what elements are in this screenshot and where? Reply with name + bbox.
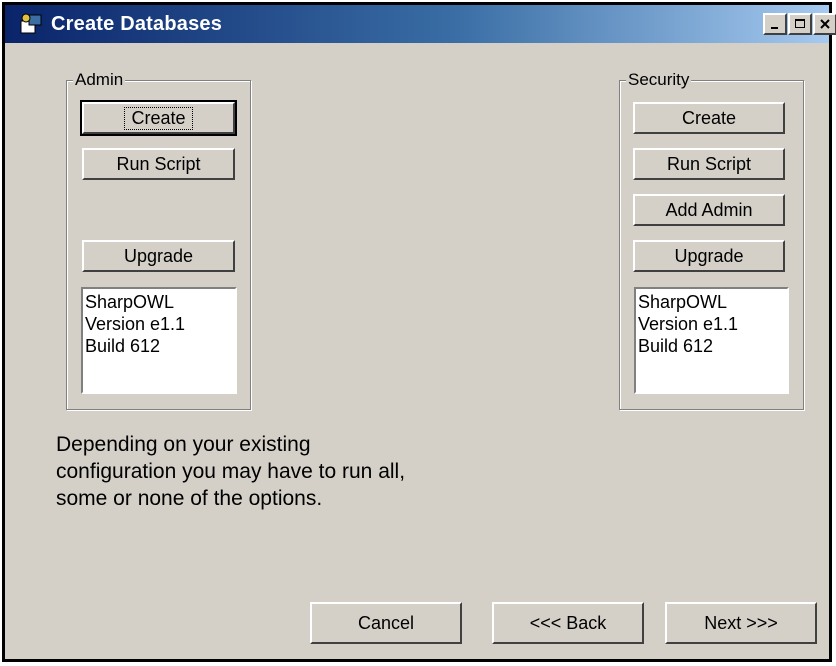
app-icon xyxy=(20,13,42,34)
instruction-text: Depending on your existing configuration… xyxy=(56,433,406,510)
minimize-button[interactable] xyxy=(763,13,787,35)
security-upgrade-button[interactable]: Upgrade xyxy=(633,240,785,272)
close-button[interactable] xyxy=(813,13,836,35)
create-databases-window: Create Databases Admin Create Run Script… xyxy=(2,2,836,662)
admin-create-button[interactable]: Create xyxy=(80,100,237,136)
admin-create-label: Create xyxy=(124,106,193,130)
title-bar[interactable]: Create Databases xyxy=(5,5,836,43)
security-info-build: Build 612 xyxy=(638,336,714,356)
admin-info-product: SharpOWL xyxy=(85,292,175,312)
cancel-button[interactable]: Cancel xyxy=(310,602,462,644)
admin-info-box: SharpOWL Version e1.1 Build 612 xyxy=(81,287,237,394)
close-icon xyxy=(820,19,830,29)
security-add-admin-button[interactable]: Add Admin xyxy=(633,194,785,226)
admin-info-version: Version e1.1 xyxy=(85,314,186,334)
security-info-box: SharpOWL Version e1.1 Build 612 xyxy=(634,287,789,394)
admin-info-build: Build 612 xyxy=(85,336,161,356)
next-button[interactable]: Next >>> xyxy=(665,602,817,644)
maximize-icon xyxy=(795,19,805,28)
security-info-product: SharpOWL xyxy=(638,292,728,312)
admin-legend: Admin xyxy=(73,70,126,90)
security-create-button[interactable]: Create xyxy=(633,102,785,134)
security-run-script-button[interactable]: Run Script xyxy=(633,148,785,180)
admin-run-script-button[interactable]: Run Script xyxy=(82,148,235,180)
window-title: Create Databases xyxy=(51,13,223,35)
minimize-icon xyxy=(771,27,778,29)
admin-upgrade-button[interactable]: Upgrade xyxy=(82,240,235,272)
security-info-version: Version e1.1 xyxy=(638,314,739,334)
back-button[interactable]: <<< Back xyxy=(492,602,644,644)
security-legend: Security xyxy=(626,70,692,90)
maximize-button[interactable] xyxy=(788,13,812,35)
